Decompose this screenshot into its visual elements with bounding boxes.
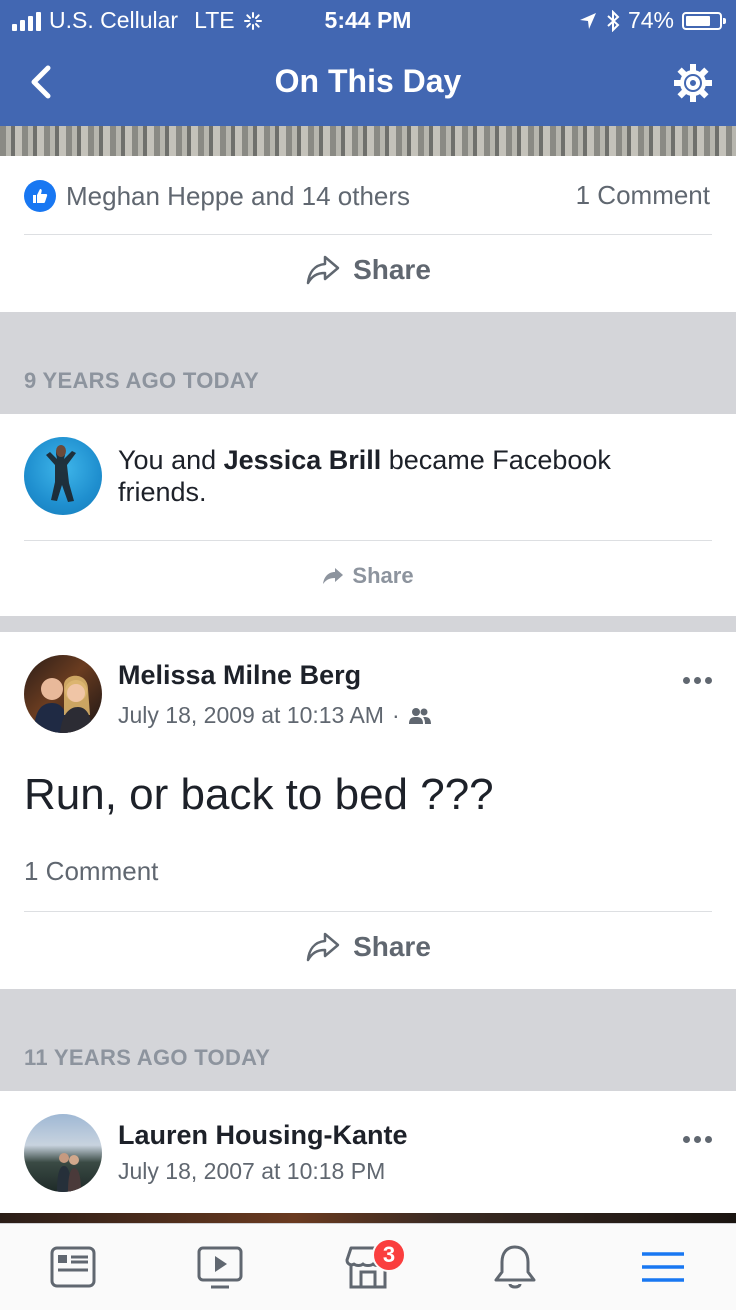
battery-percent: 74% [627, 7, 674, 33]
watch-icon[interactable] [195, 1242, 245, 1292]
share-label: Share [353, 254, 431, 285]
section-header-9-years: 9 YEARS AGO TODAY [24, 368, 259, 393]
post-lauren-card [0, 1091, 736, 1213]
status-right: 74% [578, 7, 726, 34]
share-button[interactable]: Share [0, 931, 736, 963]
post-photo-top[interactable] [0, 1213, 736, 1223]
share-arrow-icon [306, 932, 340, 962]
more-options-icon[interactable] [683, 677, 712, 684]
comment-count[interactable]: 1 Comment [576, 180, 710, 211]
post-timestamp[interactable]: July 18, 2009 at 10:13 AM [118, 702, 384, 729]
page-title: On This Day [274, 63, 462, 99]
reactions-summary[interactable]: Meghan Heppe and 14 others [24, 180, 410, 212]
share-button[interactable]: Share [0, 254, 736, 286]
post-photo-bottom[interactable] [0, 126, 736, 156]
location-arrow-icon [579, 12, 596, 29]
section-header-11-years: 11 YEARS AGO TODAY [24, 1045, 271, 1070]
status-bar: U.S. Cellular LTE 5:44 PM 74% [0, 0, 736, 40]
avatar-jessica-brill[interactable] [24, 437, 102, 515]
battery-icon [682, 11, 726, 30]
share-label: Share [352, 563, 414, 588]
tab-bar [0, 1223, 736, 1310]
post-meta: July 18, 2007 at 10:18 PM [118, 1158, 385, 1185]
divider [24, 911, 712, 912]
post-text: Run, or back to bed ??? [24, 770, 494, 819]
divider [24, 234, 712, 235]
gear-icon[interactable] [670, 60, 716, 106]
marketplace-badge: 3 [372, 1238, 406, 1272]
navbar: On This Day [0, 40, 736, 126]
avatar-melissa-milne-berg[interactable] [24, 655, 102, 733]
share-arrow-icon [306, 255, 340, 285]
author-name[interactable]: Melissa Milne Berg [118, 660, 361, 691]
bluetooth-icon [607, 9, 620, 32]
notifications-icon[interactable] [490, 1242, 540, 1292]
more-options-icon[interactable] [683, 1136, 712, 1143]
post-meta: July 18, 2009 at 10:13 AM · [118, 702, 432, 729]
divider [24, 540, 712, 541]
author-name[interactable]: Lauren Housing-Kante [118, 1120, 408, 1151]
share-arrow-icon [323, 568, 344, 584]
reactions-text: Meghan Heppe and 14 others [66, 180, 411, 211]
menu-icon[interactable] [638, 1242, 688, 1292]
comment-count[interactable]: 1 Comment [24, 856, 158, 887]
share-button-small[interactable]: Share [0, 563, 736, 589]
share-label: Share [353, 931, 431, 962]
post-timestamp[interactable]: July 18, 2007 at 10:18 PM [118, 1158, 385, 1185]
news-feed-icon[interactable] [48, 1242, 98, 1292]
friendship-text: You and Jessica Brill became Facebook fr… [118, 444, 678, 508]
avatar-lauren-housing-kante[interactable] [24, 1114, 102, 1192]
friendship-prefix: You and [118, 445, 224, 475]
friends-audience-icon [408, 707, 431, 724]
like-reaction-icon [24, 180, 56, 212]
meta-separator: · [391, 702, 400, 728]
friend-name-link[interactable]: Jessica Brill [224, 445, 382, 475]
